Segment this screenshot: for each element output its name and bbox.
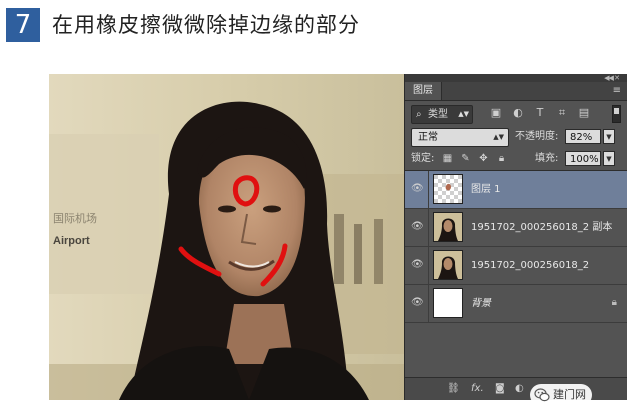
watermark-text: 建门网: [553, 388, 586, 401]
fill-label: 填充:: [535, 153, 559, 164]
layer-row-copy[interactable]: 👁︎ 1951702_000256018_2 副本: [405, 209, 627, 247]
step-title: 在用橡皮擦微微除掉边缘的部分: [52, 13, 360, 37]
sign-text-line2: Airport: [53, 235, 90, 247]
opacity-label: 不透明度:: [515, 131, 559, 142]
search-icon: ⌕: [416, 109, 422, 120]
photo-canvas[interactable]: 国际机场 Airport: [49, 74, 404, 400]
lock-fill-row: 锁定: ▦ ✎ ✥ 🔒︎ 填充: 100% ▼: [405, 148, 627, 171]
blend-opacity-row: 正常 ▲▼ 不透明度: 82% ▼: [405, 126, 627, 148]
eye-icon[interactable]: 👁︎: [411, 260, 424, 270]
layer-name: 图层 1: [471, 184, 501, 195]
fill-dropdown-icon[interactable]: ▼: [603, 151, 615, 166]
lock-image-pixels-icon[interactable]: ✎: [459, 152, 472, 165]
layer-row-original[interactable]: 👁︎ 1951702_000256018_2: [405, 247, 627, 285]
adjustment-layer-icon[interactable]: ◐: [515, 382, 524, 396]
layer-name: 背景: [471, 298, 491, 309]
lock-transparent-pixels-icon[interactable]: ▦: [441, 152, 454, 165]
adjustment-filter-icon[interactable]: ◐: [511, 106, 525, 120]
eye-icon[interactable]: 👁︎: [411, 298, 424, 308]
layer-mask-icon[interactable]: ◙: [495, 382, 505, 396]
type-filter-icon[interactable]: T: [533, 106, 547, 120]
layer-row-background[interactable]: 👁︎ 背景 🔒︎: [405, 285, 627, 323]
blend-mode-select[interactable]: 正常 ▲▼: [411, 128, 509, 147]
wechat-icon: [534, 388, 550, 402]
layer-thumbnail: [433, 288, 463, 318]
filter-kind-label: 类型: [428, 109, 448, 120]
layer-name: 1951702_000256018_2: [471, 260, 590, 271]
layer-filter-row: ⌕ 类型 ▲▼ ▣ ◐ T ⌗ ▤: [405, 102, 627, 126]
step-number-badge: 7: [6, 8, 40, 42]
lock-icon: 🔒︎: [611, 297, 617, 308]
eye-icon[interactable]: 👁︎: [411, 222, 424, 232]
smart-object-filter-icon[interactable]: ▤: [577, 106, 591, 120]
chevron-updown-icon: ▲▼: [493, 133, 504, 141]
filter-toggle[interactable]: [612, 105, 621, 123]
fx-icon[interactable]: fx.: [471, 382, 484, 396]
filter-kind-select[interactable]: ⌕ 类型 ▲▼: [411, 105, 473, 124]
filter-icon-group: ▣ ◐ T ⌗ ▤: [489, 106, 599, 122]
lock-all-icon[interactable]: 🔒︎: [495, 152, 508, 165]
lock-label: 锁定:: [411, 153, 435, 164]
layer-thumbnail: [433, 212, 463, 242]
panel-tab-row: 图层 ≡: [405, 82, 627, 101]
layer-thumbnail: [433, 174, 463, 204]
lock-position-icon[interactable]: ✥: [477, 152, 490, 165]
blend-mode-value: 正常: [418, 132, 438, 143]
layers-panel: ◀◀ ✕ 图层 ≡ ⌕ 类型 ▲▼ ▣ ◐ T ⌗ ▤ 正常 ▲▼ 不透明度: …: [404, 74, 627, 400]
photo-artwork: 国际机场 Airport: [49, 74, 404, 400]
shape-filter-icon[interactable]: ⌗: [555, 106, 569, 120]
layer-row-layer1[interactable]: 👁︎ 图层 1: [405, 171, 627, 209]
eye-icon[interactable]: 👁︎: [411, 184, 424, 194]
collapse-icon[interactable]: ◀◀ ✕: [604, 74, 620, 82]
opacity-dropdown-icon[interactable]: ▼: [603, 129, 615, 144]
layer-name: 1951702_000256018_2 副本: [471, 222, 613, 233]
sign-text-line1: 国际机场: [53, 211, 97, 225]
watermark: 建门网: [530, 384, 592, 406]
panel-menu-icon[interactable]: ≡: [613, 85, 621, 96]
chevron-updown-icon: ▲▼: [458, 110, 469, 118]
link-layers-icon[interactable]: ⛓: [447, 382, 460, 396]
image-filter-icon[interactable]: ▣: [489, 106, 503, 120]
opacity-input[interactable]: 82%: [565, 129, 601, 144]
tab-layers[interactable]: 图层: [405, 82, 442, 100]
panel-bottom-toolbar: ⛓ fx. ◙ ◐: [405, 377, 627, 400]
panel-header-bar[interactable]: ◀◀ ✕: [405, 74, 627, 82]
layer-thumbnail: [433, 250, 463, 280]
fill-input[interactable]: 100%: [565, 151, 601, 166]
